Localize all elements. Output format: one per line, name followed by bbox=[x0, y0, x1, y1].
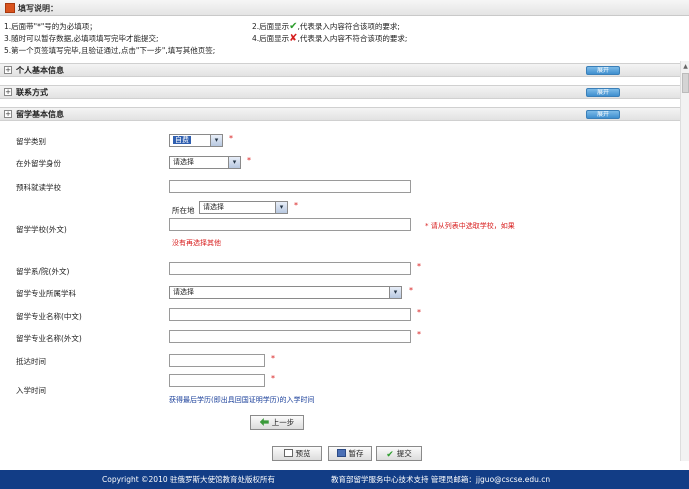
instructions-title: 填写说明： bbox=[18, 4, 58, 13]
scroll-up-icon[interactable]: ▲ bbox=[682, 63, 689, 70]
expand-icon[interactable]: + bbox=[4, 110, 12, 118]
identity-label: 在外留学身份 bbox=[16, 159, 61, 168]
arrival-date-input[interactable] bbox=[169, 354, 265, 367]
required-star: * bbox=[247, 156, 251, 165]
required-star: * bbox=[409, 286, 413, 295]
note-5: 5.第一个页签填写完毕,且验证通过,点击"下一步",填写其他页签; bbox=[4, 46, 216, 55]
enroll-label: 入学时间 bbox=[16, 386, 46, 395]
school-hint: * 请从列表中选取学校，如果 bbox=[425, 222, 515, 230]
instructions-header: 填写说明： bbox=[0, 0, 689, 16]
expand-icon[interactable]: + bbox=[4, 66, 12, 74]
section-contact[interactable]: + 联系方式 展开 bbox=[0, 85, 680, 99]
scroll-thumb[interactable] bbox=[682, 73, 689, 93]
school-input[interactable] bbox=[169, 218, 411, 231]
instructions-icon bbox=[5, 3, 15, 13]
note-4: 4.后面显示✘,代表录入内容不符合该项的要求; bbox=[252, 33, 408, 44]
section-expand-button[interactable]: 展开 bbox=[586, 88, 620, 97]
discipline-label: 留学专业所属学科 bbox=[16, 289, 76, 298]
footer: Copyright ©2010 驻俄罗斯大使馆教育处版权所有 教育部留学服务中心… bbox=[0, 470, 689, 489]
preview-button[interactable]: 预览 bbox=[272, 446, 322, 461]
footer-copyright: Copyright ©2010 驻俄罗斯大使馆教育处版权所有 bbox=[102, 475, 276, 484]
check-icon: ✔ bbox=[386, 450, 394, 460]
arrival-label: 抵达时间 bbox=[16, 357, 46, 366]
study-type-label: 留学类别 bbox=[16, 137, 46, 146]
required-star: * bbox=[294, 201, 298, 210]
instructions-notes: 1.后面带"*"号的为必填项； 2.后面显示✔,代表录入内容符合该项的要求; 3… bbox=[4, 21, 684, 57]
note-3: 3.随时可以暂存数据,必填项填写完毕才能提交; bbox=[4, 34, 159, 43]
expand-icon[interactable]: + bbox=[4, 88, 12, 96]
section-title: 留学基本信息 bbox=[16, 110, 64, 119]
scrollbar[interactable]: ▲ bbox=[680, 61, 689, 461]
save-icon bbox=[336, 449, 346, 457]
section-study-info[interactable]: + 留学基本信息 展开 bbox=[0, 107, 680, 121]
chevron-down-icon[interactable]: ▾ bbox=[389, 287, 401, 298]
required-star: * bbox=[271, 374, 275, 383]
discipline-select[interactable]: 请选择 ▾ bbox=[169, 286, 402, 299]
preview-icon bbox=[283, 449, 293, 457]
required-star: * bbox=[417, 262, 421, 271]
enroll-hint: 获得最后学历(即出具回国证明学历)的入学时间 bbox=[169, 396, 315, 404]
note-1: 1.后面带"*"号的为必填项； bbox=[4, 22, 97, 31]
major-foreign-input[interactable] bbox=[169, 330, 411, 343]
chevron-down-icon[interactable]: ▾ bbox=[228, 157, 240, 168]
department-input[interactable] bbox=[169, 262, 411, 275]
footer-support: 教育部留学服务中心技术支持 管理员邮箱：jjguo@cscse.edu.cn bbox=[331, 475, 551, 484]
prev-step-button[interactable]: 上一步 bbox=[250, 415, 304, 430]
section-expand-button[interactable]: 展开 bbox=[586, 66, 620, 75]
back-arrow-icon bbox=[259, 418, 269, 426]
school-label: 留学学校(外文) bbox=[16, 225, 67, 234]
location-select[interactable]: 请选择 ▾ bbox=[199, 201, 288, 214]
required-star: * bbox=[271, 354, 275, 363]
note-2: 2.后面显示✔,代表录入内容符合该项的要求; bbox=[252, 21, 400, 32]
school-hint-2: 没有再选择其他 bbox=[172, 239, 221, 247]
save-draft-button[interactable]: 暂存 bbox=[328, 446, 372, 461]
section-title: 个人基本信息 bbox=[16, 66, 64, 75]
required-star: * bbox=[417, 308, 421, 317]
required-star: * bbox=[417, 330, 421, 339]
major-cn-input[interactable] bbox=[169, 308, 411, 321]
required-star: * bbox=[229, 134, 233, 143]
section-expand-button[interactable]: 展开 bbox=[586, 110, 620, 119]
section-personal-info[interactable]: + 个人基本信息 展开 bbox=[0, 63, 680, 77]
cross-mark-icon: ✘ bbox=[289, 33, 298, 44]
prep-school-input[interactable] bbox=[169, 180, 411, 193]
chevron-down-icon[interactable]: ▾ bbox=[275, 202, 287, 213]
identity-select[interactable]: 请选择 ▾ bbox=[169, 156, 241, 169]
enroll-date-input[interactable] bbox=[169, 374, 265, 387]
major-cn-label: 留学专业名称(中文) bbox=[16, 312, 82, 321]
major-foreign-label: 留学专业名称(外文) bbox=[16, 334, 82, 343]
section-title: 联系方式 bbox=[16, 88, 48, 97]
location-label: 所在地 bbox=[172, 206, 195, 215]
prep-school-label: 预科就读学校 bbox=[16, 183, 61, 192]
chevron-down-icon[interactable]: ▾ bbox=[210, 135, 222, 146]
check-mark-icon: ✔ bbox=[289, 21, 298, 32]
study-type-select[interactable]: 自费 ▾ bbox=[169, 134, 223, 147]
submit-button[interactable]: ✔ 提交 bbox=[376, 446, 422, 461]
department-label: 留学系/院(外文) bbox=[16, 267, 70, 276]
